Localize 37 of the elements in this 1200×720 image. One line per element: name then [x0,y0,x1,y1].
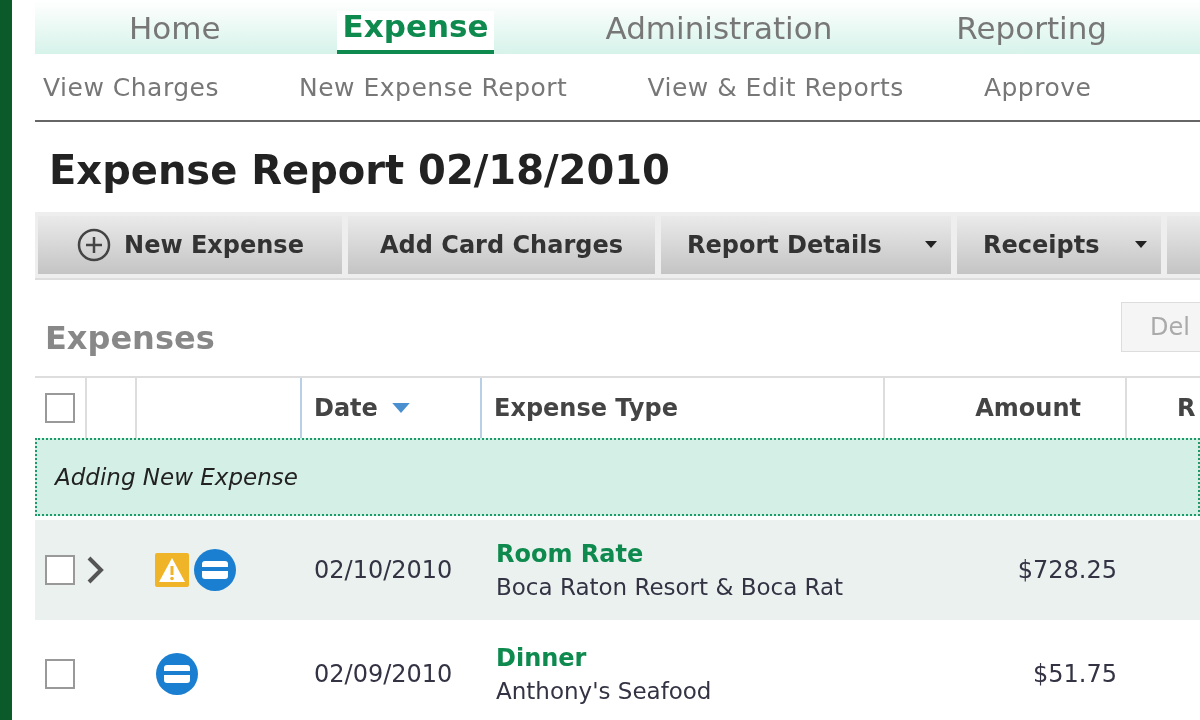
nav-tab[interactable]: Reporting [950,13,1114,54]
warning-icon [155,553,189,587]
amount-cell-text: $51.75 [1032,659,1118,690]
caret-icon [925,241,937,249]
expense-type[interactable]: Room Rate [496,540,644,568]
vendor-name: Boca Raton Resort & Boca Rat [496,574,844,600]
nav-tab[interactable]: Administration [599,13,839,54]
toolbar-button[interactable]: Add Card Charges [348,216,655,274]
expense-type[interactable]: Dinner [496,644,587,672]
sub-nav-link[interactable]: Approve [983,72,1092,102]
column-header[interactable]: R [1127,378,1200,438]
nav-tab[interactable]: Home [123,13,227,54]
new-expense-button[interactable]: New Expense [38,216,342,274]
sub-nav-link[interactable]: View & Edit Reports [647,72,904,102]
expense-row[interactable]: 02/10/2010 Room Rate Boca Raton Resort & Boca Rat $728.25 [35,520,1200,620]
credit-card-icon [155,652,199,696]
sub-nav-link[interactable]: View Charges [43,72,219,102]
plus-icon [76,227,113,263]
checkbox[interactable] [45,659,75,689]
checkbox[interactable] [45,555,75,585]
checkbox[interactable] [45,393,75,423]
nav-tab[interactable]: Expense [336,11,495,54]
chevron-icon[interactable] [85,555,105,585]
date-cell-text: 02/09/2010 [313,659,454,690]
new-expense-row[interactable]: Adding New Expense [35,438,1200,516]
sub-nav-link[interactable]: New Expense Report [299,72,568,102]
row-label: Adding New Expense [55,464,298,490]
expense-row[interactable]: 02/09/2010 Dinner Anthony's Seafood $51.75 [35,624,1200,720]
amount-cell-text: $728.25 [1016,555,1118,586]
credit-card-icon [193,548,237,592]
dropdown-button[interactable]: Receipts [957,216,1161,274]
vendor-name: Anthony's Seafood [496,678,712,704]
dropdown-button[interactable]: Report Details [661,216,951,274]
date-cell-text: 02/10/2010 [313,555,454,586]
caret-icon [1135,241,1147,249]
section-heading: Expenses [45,319,215,357]
page-title: Expense Report 02/18/2010 [49,146,671,194]
